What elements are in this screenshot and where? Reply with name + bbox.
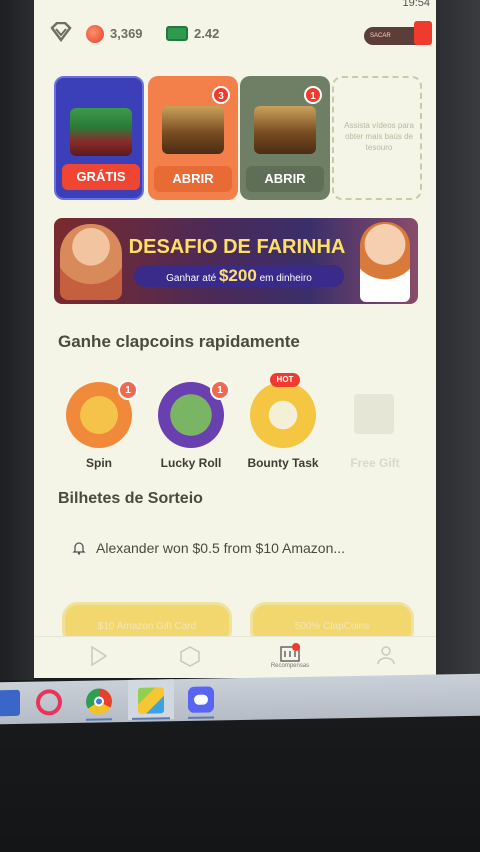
- spin-badge: 1: [118, 380, 138, 400]
- nav-rewards[interactable]: Recompensas: [260, 643, 320, 669]
- empty-slot-hint: Assista vídeos para obter mais baús de t…: [344, 121, 414, 152]
- monitor-bezel-left: [0, 0, 34, 680]
- money-chest-icon: [70, 108, 132, 156]
- play-icon: [91, 645, 108, 667]
- girl-illustration: [60, 224, 122, 300]
- chest-open-button[interactable]: ABRIR: [246, 166, 324, 192]
- nav-explore[interactable]: [160, 643, 220, 669]
- bounty-task-label: Bounty Task: [247, 456, 319, 470]
- quick-item-spin[interactable]: 1 Spin: [54, 380, 144, 480]
- chrome-icon[interactable]: [86, 688, 112, 715]
- chest-badge: 1: [304, 86, 322, 104]
- quick-item-bounty-task[interactable]: HOT Bounty Task: [238, 373, 328, 480]
- bluestacks-running-indicator: [132, 717, 170, 720]
- treasure-chests: GRÁTIS 3 ABRIR 1 ABRIR Assista vídeos pa…: [54, 76, 424, 200]
- profile-icon: [377, 646, 395, 665]
- spin-label: Spin: [86, 456, 112, 470]
- chrome-running-indicator: [86, 718, 112, 721]
- chest-card-free[interactable]: GRÁTIS: [54, 76, 144, 200]
- banner-subtitle: Ganhar até $200 em dinheiro: [134, 265, 344, 287]
- winner-ticker: Alexander won $0.5 from $10 Amazon...: [72, 540, 345, 556]
- treasure-chest-icon: [254, 106, 316, 154]
- ticker-text: Alexander won $0.5 from $10 Amazon...: [96, 540, 346, 556]
- quick-item-lucky-roll[interactable]: 1 Lucky Roll: [146, 380, 236, 480]
- discord-running-indicator: [188, 716, 214, 719]
- nav-rewards-label: Recompensas: [270, 663, 310, 669]
- coin-stack-icon: [250, 382, 316, 448]
- tickets-title: Bilhetes de Sorteio: [58, 490, 203, 507]
- windows-taskbar: [0, 673, 480, 725]
- chest-free-button[interactable]: GRÁTIS: [62, 164, 140, 190]
- bottom-nav: Recompensas: [34, 636, 436, 678]
- quick-earn-title: Ganhe clapcoins rapidamente: [58, 332, 300, 351]
- bluestacks-icon[interactable]: [138, 687, 164, 714]
- withdraw-flag-icon: [414, 21, 432, 45]
- withdraw-label: SACAR: [370, 33, 391, 39]
- banner-subtitle-suffix: em dinheiro: [259, 273, 312, 284]
- boy-illustration: [360, 222, 410, 302]
- cash-icon: [166, 26, 188, 41]
- chest-slot-empty: Assista vídeos para obter mais baús de t…: [332, 76, 422, 200]
- app-window: 19:54 3,369 2.42 SACAR GRÁTIS 3 ABRIR 1 …: [34, 0, 436, 678]
- lucky-roll-badge: 1: [210, 380, 230, 400]
- top-bar: 3,369 2.42 SACAR: [34, 14, 436, 50]
- banner-subtitle-prefix: Ganhar até: [166, 273, 217, 284]
- hot-tag: HOT: [270, 373, 300, 387]
- chest-card-2[interactable]: 3 ABRIR: [148, 76, 238, 200]
- free-gift-label: Free Gift: [350, 456, 400, 470]
- banner-amount: $200: [218, 266, 257, 285]
- gift-icon: [354, 394, 394, 434]
- challenge-banner[interactable]: DESAFIO DE FARINHA Ganhar até $200 em di…: [54, 218, 418, 304]
- status-time: 19:54: [402, 0, 430, 9]
- quick-earn-list: 1 Spin 1 Lucky Roll HOT Bounty Task Free…: [54, 373, 424, 480]
- banner-title: DESAFIO DE FARINHA: [128, 236, 346, 258]
- quick-item-free-gift[interactable]: Free Gift: [330, 380, 420, 480]
- monitor-bezel-right: [434, 0, 480, 680]
- cube-icon: [180, 646, 200, 667]
- nav-play[interactable]: [68, 643, 128, 669]
- chest-open-button[interactable]: ABRIR: [154, 166, 232, 192]
- vip-diamond-icon[interactable]: [50, 22, 72, 42]
- clapcoin-icon: [86, 25, 104, 43]
- treasure-chest-icon: [162, 106, 224, 154]
- file-explorer-icon[interactable]: [0, 689, 20, 717]
- rewards-badge: [292, 643, 300, 651]
- screen-photo: 19:54 3,369 2.42 SACAR GRÁTIS 3 ABRIR 1 …: [0, 0, 480, 852]
- nav-profile[interactable]: [356, 643, 416, 667]
- lucky-roll-label: Lucky Roll: [160, 456, 222, 470]
- cash-balance: 2.42: [194, 26, 220, 41]
- coin-balance: 3,369: [110, 26, 143, 41]
- opera-icon[interactable]: [36, 689, 62, 716]
- discord-icon[interactable]: [188, 686, 214, 713]
- chest-card-3[interactable]: 1 ABRIR: [240, 76, 330, 200]
- bell-icon: [72, 542, 86, 555]
- chest-badge: 3: [212, 86, 230, 104]
- withdraw-button[interactable]: SACAR: [364, 21, 432, 45]
